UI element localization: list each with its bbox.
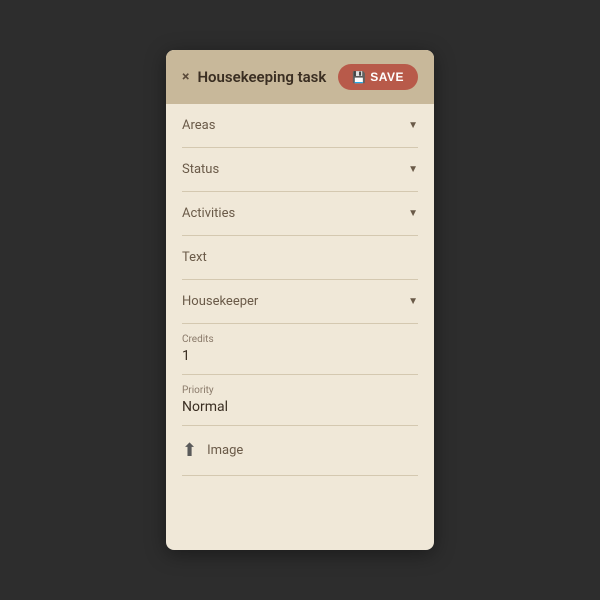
save-button[interactable]: 💾 SAVE	[338, 64, 418, 90]
areas-field[interactable]: Areas ▼	[182, 104, 418, 148]
priority-label: Priority	[182, 385, 418, 396]
image-label: Image	[207, 443, 243, 458]
housekeeper-chevron-icon: ▼	[408, 296, 418, 307]
activities-field[interactable]: Activities ▼	[182, 192, 418, 236]
credits-field[interactable]: Credits 1	[182, 324, 418, 375]
upload-icon: ⬆	[182, 440, 197, 461]
card-header: × Housekeeping task 💾 SAVE	[166, 50, 434, 104]
housekeeper-label: Housekeeper	[182, 294, 258, 309]
activities-label: Activities	[182, 206, 235, 221]
status-label: Status	[182, 162, 219, 177]
priority-field[interactable]: Priority Normal	[182, 375, 418, 426]
bottom-spacer	[182, 476, 418, 536]
page-title: Housekeeping task	[197, 68, 326, 86]
close-icon[interactable]: ×	[182, 69, 189, 85]
priority-value: Normal	[182, 399, 418, 415]
save-label: SAVE	[370, 70, 404, 84]
text-label: Text	[182, 250, 207, 265]
form-body: Areas ▼ Status ▼ Activities ▼ Text House…	[166, 104, 434, 536]
areas-label: Areas	[182, 118, 215, 133]
credits-label: Credits	[182, 334, 418, 345]
status-chevron-icon: ▼	[408, 164, 418, 175]
housekeeping-task-card: × Housekeeping task 💾 SAVE Areas ▼ Statu…	[166, 50, 434, 550]
header-left: × Housekeeping task	[182, 68, 326, 86]
text-field[interactable]: Text	[182, 236, 418, 280]
activities-chevron-icon: ▼	[408, 208, 418, 219]
housekeeper-field[interactable]: Housekeeper ▼	[182, 280, 418, 324]
save-icon: 💾	[352, 71, 366, 84]
status-field[interactable]: Status ▼	[182, 148, 418, 192]
credits-value: 1	[182, 348, 418, 364]
image-field[interactable]: ⬆ Image	[182, 426, 418, 476]
areas-chevron-icon: ▼	[408, 120, 418, 131]
